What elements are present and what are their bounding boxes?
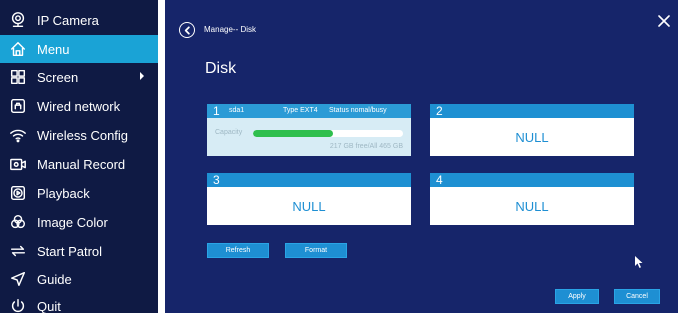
patrol-icon [8, 241, 28, 261]
grid-icon [8, 67, 28, 87]
disk-slot-1[interactable]: 1 sda1 Type EXT4 Status nomal/busy Capac… [207, 104, 411, 157]
sidebar-item-quit[interactable]: Quit [0, 292, 158, 313]
sidebar-item-label: Start Patrol [37, 243, 103, 259]
disk-slot-body: NULL [430, 118, 634, 156]
wifi-icon [8, 125, 28, 145]
disk-slot-header: 2 [430, 104, 634, 118]
disk-number: 1 [213, 104, 220, 118]
capacity-text: 217 GB free/All 465 GB [329, 143, 403, 150]
capacity-bar [253, 130, 403, 137]
cancel-button[interactable]: Cancel [614, 289, 660, 304]
breadcrumb: Manage-- Disk [204, 25, 257, 34]
chevron-right-icon [140, 72, 144, 80]
disk-name: sda1 [229, 107, 245, 114]
chevron-left-icon [184, 25, 190, 35]
sidebar-item-label: Quit [37, 298, 61, 313]
sidebar-item-manual-record[interactable]: Manual Record [0, 150, 158, 178]
sidebar-item-screen[interactable]: Screen [0, 63, 158, 91]
sidebar-item-label: Manual Record [37, 156, 126, 172]
disk-slot-2[interactable]: 2 NULL [430, 104, 634, 156]
sidebar-menu: IP Camera Menu Screen Wired network Wire… [0, 0, 158, 313]
disk-status: Status nomal/busy [329, 107, 387, 114]
page-title: Disk [205, 60, 237, 77]
sidebar-item-label: Wireless Config [37, 127, 129, 143]
wired-network-icon [8, 96, 28, 116]
ip-camera-icon [8, 10, 28, 30]
disk-slot-body: NULL [430, 187, 634, 225]
sidebar-item-label: Menu [37, 41, 70, 57]
sidebar-item-menu[interactable]: Menu [0, 35, 158, 63]
power-icon [8, 296, 28, 313]
sidebar-item-label: Image Color [37, 214, 108, 230]
sidebar-item-wired-network[interactable]: Wired network [0, 92, 158, 120]
capacity-label: Capacity [215, 129, 243, 136]
disk-type: Type EXT4 [283, 107, 318, 114]
disk-slot-3[interactable]: 3 NULL [207, 173, 411, 225]
disk-slot-header: 4 [430, 173, 634, 187]
back-button[interactable] [179, 22, 195, 38]
disk-null-value: NULL [292, 198, 326, 214]
disk-slot-body: NULL [207, 187, 411, 225]
record-icon [8, 154, 28, 174]
disk-slot-4[interactable]: 4 NULL [430, 173, 634, 225]
sidebar-item-ip-camera[interactable]: IP Camera [0, 6, 158, 34]
sidebar-item-label: Wired network [37, 98, 121, 114]
format-button[interactable]: Format [285, 243, 347, 258]
playback-icon [8, 183, 28, 203]
guide-icon [8, 269, 28, 289]
mouse-cursor-icon [635, 255, 643, 268]
refresh-button[interactable]: Refresh [207, 243, 269, 258]
disk-slot-header: 3 [207, 173, 411, 187]
disk-slot-body: Capacity 217 GB free/All 465 GB [207, 118, 411, 156]
home-icon [8, 39, 28, 59]
sidebar-item-playback[interactable]: Playback [0, 179, 158, 207]
capacity-bar-fill [253, 130, 333, 137]
sidebar-item-guide[interactable]: Guide [0, 265, 158, 293]
sidebar-item-image-color[interactable]: Image Color [0, 208, 158, 236]
disk-slot-header: 1 sda1 Type EXT4 Status nomal/busy [207, 104, 411, 118]
sidebar-item-label: IP Camera [37, 12, 99, 28]
disk-number: 4 [436, 173, 443, 187]
sidebar-item-label: Playback [37, 185, 90, 201]
apply-button[interactable]: Apply [555, 289, 599, 304]
close-icon [658, 15, 670, 27]
disk-null-value: NULL [515, 198, 549, 214]
color-icon [8, 212, 28, 232]
sidebar-item-label: Guide [37, 271, 72, 287]
disk-number: 2 [436, 104, 443, 118]
sidebar-item-start-patrol[interactable]: Start Patrol [0, 237, 158, 265]
sidebar-item-wireless-config[interactable]: Wireless Config [0, 121, 158, 149]
disk-management-panel: Manage-- Disk Disk 1 sda1 Type EXT4 Stat… [165, 0, 678, 313]
sidebar-item-label: Screen [37, 69, 79, 85]
disk-null-value: NULL [515, 129, 549, 145]
close-button[interactable] [658, 14, 674, 30]
disk-number: 3 [213, 173, 220, 187]
